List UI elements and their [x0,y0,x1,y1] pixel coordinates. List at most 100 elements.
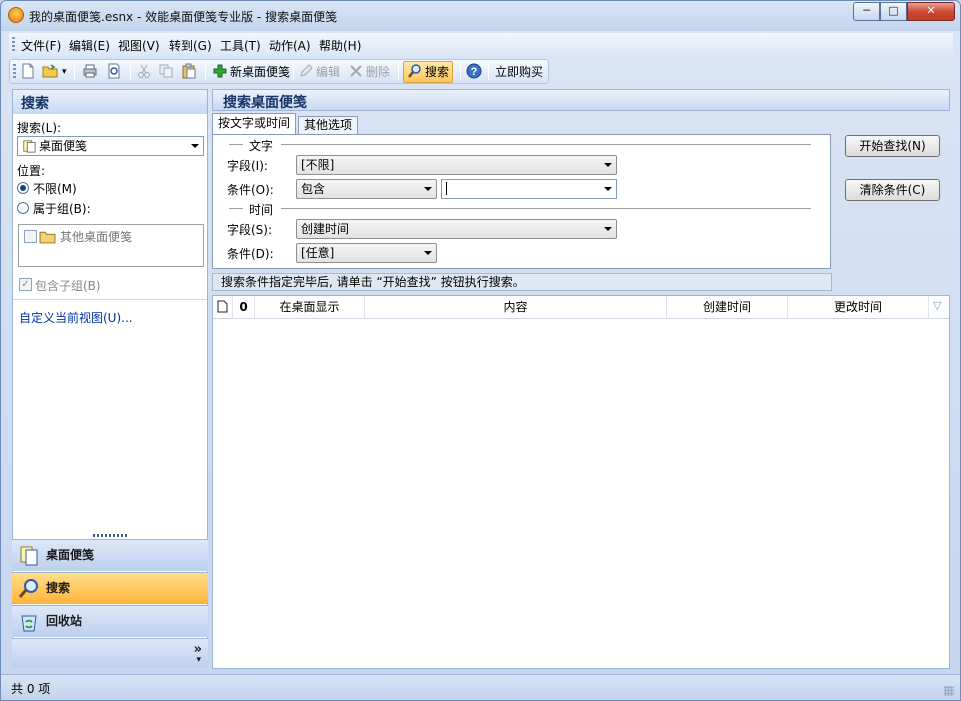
toolbar-grip[interactable] [13,64,16,79]
group-line [281,144,811,145]
time-field-label: 字段(S): [227,223,273,237]
results-table[interactable]: 0 在桌面显示 内容 创建时间 更改时间 ▽ [212,295,950,669]
notes-icon [20,546,38,566]
time-condition-select[interactable]: [任意] [296,243,437,263]
text-cursor [446,182,447,195]
delete-button[interactable]: 删除 [348,62,390,82]
text-condition-input[interactable] [441,179,617,199]
menu-actions[interactable]: 动作(A) [269,37,311,54]
nav-more[interactable]: » ▾ [12,638,208,668]
results-table-header: 0 在桌面显示 内容 创建时间 更改时间 ▽ [213,296,949,319]
location-all-label: 不限(M) [33,182,77,196]
menu-file[interactable]: 文件(F) [21,37,61,54]
nav-search[interactable]: 搜索 [12,572,208,604]
location-group-label: 属于组(B): [33,202,91,216]
edit-label: 编辑 [316,65,341,79]
recycle-bin-icon [21,615,37,632]
new-note-label: 新桌面便笺 [230,65,291,79]
search-notes-header: 搜索桌面便笺 [212,89,950,111]
new-note-button[interactable]: 新桌面便笺 [212,62,290,82]
configure-dropdown-icon: ▾ [196,655,201,665]
text-condition-label: 条件(O): [227,183,274,197]
column-type-icon[interactable] [213,296,233,318]
plus-icon [213,64,227,78]
menu-edit[interactable]: 编辑(E) [69,37,110,54]
status-bar: 共 0 项 [1,674,960,700]
group-line [281,208,811,209]
search-panel-header: 搜索 [13,90,207,114]
toolbar-separator [398,64,399,80]
location-group-radio[interactable] [17,202,29,214]
divider [13,299,207,300]
item-count: 共 0 项 [11,682,51,696]
chevron-down-icon [424,251,432,255]
column-content[interactable]: 内容 [365,296,667,318]
start-search-button[interactable]: 开始查找(N) [845,135,940,157]
toolbar-separator [205,64,206,80]
print-preview-icon[interactable] [106,62,124,82]
include-subgroups-checkbox[interactable]: ✓ [19,278,32,291]
time-group-label: 时间 [249,203,274,217]
chevron-down-icon [424,187,432,191]
text-condition-select[interactable]: 包含 [296,179,437,199]
group-item-checkbox[interactable] [24,230,37,243]
search-scope-value: 桌面便笺 [39,139,88,153]
group-line [229,144,243,145]
toolbar: ▾ 新桌面便笺 编辑 删除 搜索 ? 立即购买 [9,59,549,84]
time-field-value: 创建时间 [301,222,350,236]
menu-tools[interactable]: 工具(T) [220,37,261,54]
note-icon [23,140,36,153]
paste-icon[interactable] [181,62,199,82]
time-field-select[interactable]: 创建时间 [296,219,617,239]
svg-text:?: ? [471,66,478,78]
tab-text-or-time[interactable]: 按文字或时间 [212,113,297,135]
edit-button[interactable]: 编辑 [298,62,340,82]
tab-other-options[interactable]: 其他选项 [298,116,359,134]
chevron-down-icon [604,227,612,231]
maximize-button[interactable]: □ [880,2,907,21]
pencil-icon [300,64,313,77]
column-show-on-desktop[interactable]: 在桌面显示 [255,296,365,318]
clear-criteria-button[interactable]: 清除条件(C) [845,179,940,201]
text-field-select[interactable]: [不限] [296,155,617,175]
print-icon[interactable] [82,62,100,82]
search-scope-select[interactable]: 桌面便笺 [17,136,204,156]
document-icon [217,300,228,313]
search-criteria-form: 文字 字段(I): [不限] 条件(O): 包含 时间 字段(S): 创建时间 … [212,134,831,269]
open-folder-icon[interactable] [42,62,60,82]
location-label: 位置: [17,164,46,178]
nav-search-label: 搜索 [46,581,71,595]
resize-grip-icon[interactable] [944,686,954,696]
menu-bar: 文件(F) 编辑(E) 视图(V) 转到(G) 工具(T) 动作(A) 帮助(H… [9,33,953,56]
title-bar: 我的桌面便笺.esnx - 效能桌面便笺专业版 - 搜索桌面便笺 ─ □ ✕ [1,1,960,31]
column-created-time[interactable]: 创建时间 [667,296,788,318]
attachment-icon[interactable]: 0 [233,296,255,318]
toolbar-separator [130,64,131,80]
column-modified-time[interactable]: 更改时间 [788,296,929,318]
new-file-icon[interactable] [20,62,38,82]
close-button[interactable]: ✕ [907,2,955,21]
toolbar-separator [460,64,461,80]
cut-icon[interactable] [136,62,154,82]
help-icon[interactable]: ? [466,62,484,82]
chevron-down-icon [604,163,612,167]
search-button[interactable]: 搜索 [403,61,454,83]
buy-now-button[interactable]: 立即购买 [495,62,543,82]
text-condition-value: 包含 [301,182,326,196]
menu-goto[interactable]: 转到(G) [169,37,212,54]
nav-notes[interactable]: 桌面便笺 [12,539,208,571]
copy-icon[interactable] [158,62,176,82]
location-all-radio[interactable] [17,182,29,194]
search-icon [408,64,421,78]
menu-grip[interactable] [12,37,15,52]
open-dropdown-icon[interactable]: ▾ [62,62,67,82]
menu-help[interactable]: 帮助(H) [319,37,361,54]
pane-splitter[interactable] [93,534,127,537]
minimize-button[interactable]: ─ [853,2,880,21]
navigation-pane: 桌面便笺 搜索 回收站 » ▾ [12,539,208,668]
customize-view-link[interactable]: 自定义当前视图(U)... [19,309,133,326]
chevron-down-icon [191,144,199,148]
menu-view[interactable]: 视图(V) [118,37,160,54]
nav-recycle-bin[interactable]: 回收站 [12,605,208,637]
group-list[interactable]: 其他桌面便笺 [18,224,204,267]
